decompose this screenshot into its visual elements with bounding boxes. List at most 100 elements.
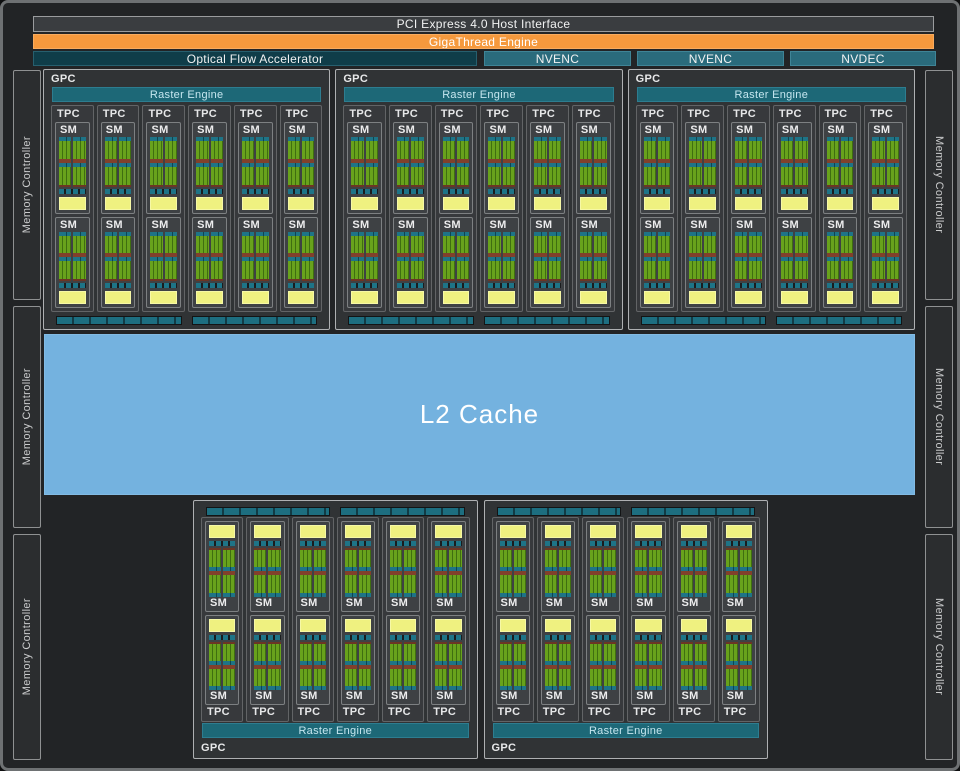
sm-label: SM xyxy=(300,597,326,610)
sm-label: SM xyxy=(59,219,86,232)
segmented-port-bar xyxy=(497,507,621,516)
memory-controller-column-right: Memory Controller Memory Controller Memo… xyxy=(925,70,953,760)
sm-label: SM xyxy=(872,124,899,137)
memory-controller-label: Memory Controller xyxy=(21,136,33,233)
green-core-grid xyxy=(514,550,526,567)
red-strip-thin xyxy=(256,279,268,281)
sm-block: SM xyxy=(868,122,903,214)
sm-stack: SM xyxy=(192,122,227,308)
sm-block: SM xyxy=(238,122,273,214)
green-core-grid xyxy=(594,141,606,159)
sm-stack: SM xyxy=(347,122,382,308)
yellow-core-block xyxy=(488,291,515,304)
sm-block: SM xyxy=(341,521,375,612)
red-strip-thin xyxy=(534,185,546,187)
green-core-grid xyxy=(351,141,363,159)
red-strip-thin xyxy=(735,185,747,187)
tpc-block: TPC SM xyxy=(582,517,624,722)
sm-half xyxy=(658,232,670,282)
nvenc-bar: NVENC xyxy=(637,51,784,66)
segmented-teal-strip xyxy=(288,189,315,194)
sm-half xyxy=(689,232,701,282)
green-core-grid xyxy=(256,167,268,185)
memory-controller-block: Memory Controller xyxy=(925,534,953,760)
green-core-grid xyxy=(397,261,409,279)
sm-block: SM xyxy=(55,217,90,309)
segmented-teal-strip xyxy=(390,635,416,640)
green-core-grid xyxy=(105,167,117,185)
green-core-grid xyxy=(443,236,455,254)
yellow-core-block xyxy=(590,619,616,632)
sm-half xyxy=(59,137,71,187)
yellow-core-block xyxy=(397,197,424,210)
segmented-port-bar xyxy=(631,507,755,516)
sm-label: SM xyxy=(681,690,707,703)
sm-stack: SM xyxy=(731,122,766,308)
tpc-label: TPC xyxy=(685,107,720,122)
red-strip-thin xyxy=(689,185,701,187)
green-core-grid xyxy=(841,141,853,159)
sm-block: SM xyxy=(541,615,575,706)
green-core-grid xyxy=(268,550,280,567)
memory-controller-block: Memory Controller xyxy=(925,306,953,528)
red-strip-thin xyxy=(302,185,314,187)
tpc-label: TPC xyxy=(296,705,330,720)
sm-core xyxy=(689,232,716,306)
red-strip-thin xyxy=(503,185,515,187)
sm-half xyxy=(681,548,693,597)
sm-stack: SM xyxy=(205,521,239,705)
green-core-grid xyxy=(749,236,761,254)
sm-block: SM xyxy=(530,217,565,309)
green-core-grid xyxy=(223,575,235,592)
yellow-core-block xyxy=(644,291,671,304)
yellow-core-block xyxy=(435,525,461,538)
segmented-teal-strip xyxy=(443,189,470,194)
sm-halves xyxy=(726,642,752,691)
segmented-teal-strip xyxy=(681,635,707,640)
sm-block: SM xyxy=(386,615,420,706)
segmented-teal-strip xyxy=(781,283,808,288)
yellow-core-block xyxy=(351,291,378,304)
tpc-row: TPC SM xyxy=(636,105,907,312)
green-core-grid xyxy=(559,644,571,661)
green-core-grid xyxy=(887,261,899,279)
green-core-grid xyxy=(689,167,701,185)
green-core-grid xyxy=(534,236,546,254)
green-core-grid xyxy=(196,236,208,254)
sm-label: SM xyxy=(196,124,223,137)
tpc-label: TPC xyxy=(484,107,519,122)
sm-half xyxy=(594,137,606,187)
sm-core xyxy=(689,137,716,211)
sm-stack: SM xyxy=(530,122,565,308)
yellow-core-block xyxy=(827,291,854,304)
green-core-grid xyxy=(404,575,416,592)
sm-half xyxy=(735,232,747,282)
red-strip-thin xyxy=(872,279,884,281)
sm-core xyxy=(435,524,461,597)
green-core-grid xyxy=(580,167,592,185)
segmented-port-bar xyxy=(776,316,902,325)
yellow-core-block xyxy=(534,197,561,210)
sm-half xyxy=(351,137,363,187)
sm-halves xyxy=(735,232,762,282)
sm-half xyxy=(872,137,884,187)
green-core-grid xyxy=(649,575,661,592)
sm-label: SM xyxy=(872,219,899,232)
sm-halves xyxy=(580,232,607,282)
sm-half xyxy=(695,548,707,597)
sm-label: SM xyxy=(209,597,235,610)
green-core-grid xyxy=(390,575,402,592)
sm-core xyxy=(781,137,808,211)
gpc-label: GPC xyxy=(491,741,762,755)
sm-stack: SM xyxy=(439,122,474,308)
sm-stack: SM xyxy=(393,122,428,308)
sm-halves xyxy=(827,137,854,187)
red-strip-thin xyxy=(302,279,314,281)
green-core-grid xyxy=(704,167,716,185)
yellow-core-block xyxy=(545,525,571,538)
sm-label: SM xyxy=(196,219,223,232)
sm-block: SM xyxy=(868,217,903,309)
green-core-grid xyxy=(872,236,884,254)
green-core-grid xyxy=(449,550,461,567)
sm-core xyxy=(390,618,416,691)
